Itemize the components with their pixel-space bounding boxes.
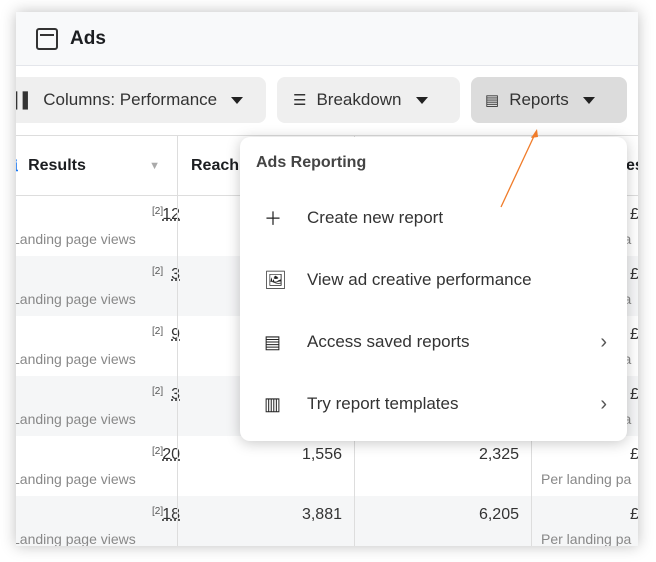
annotation-arrow [500,129,538,208]
